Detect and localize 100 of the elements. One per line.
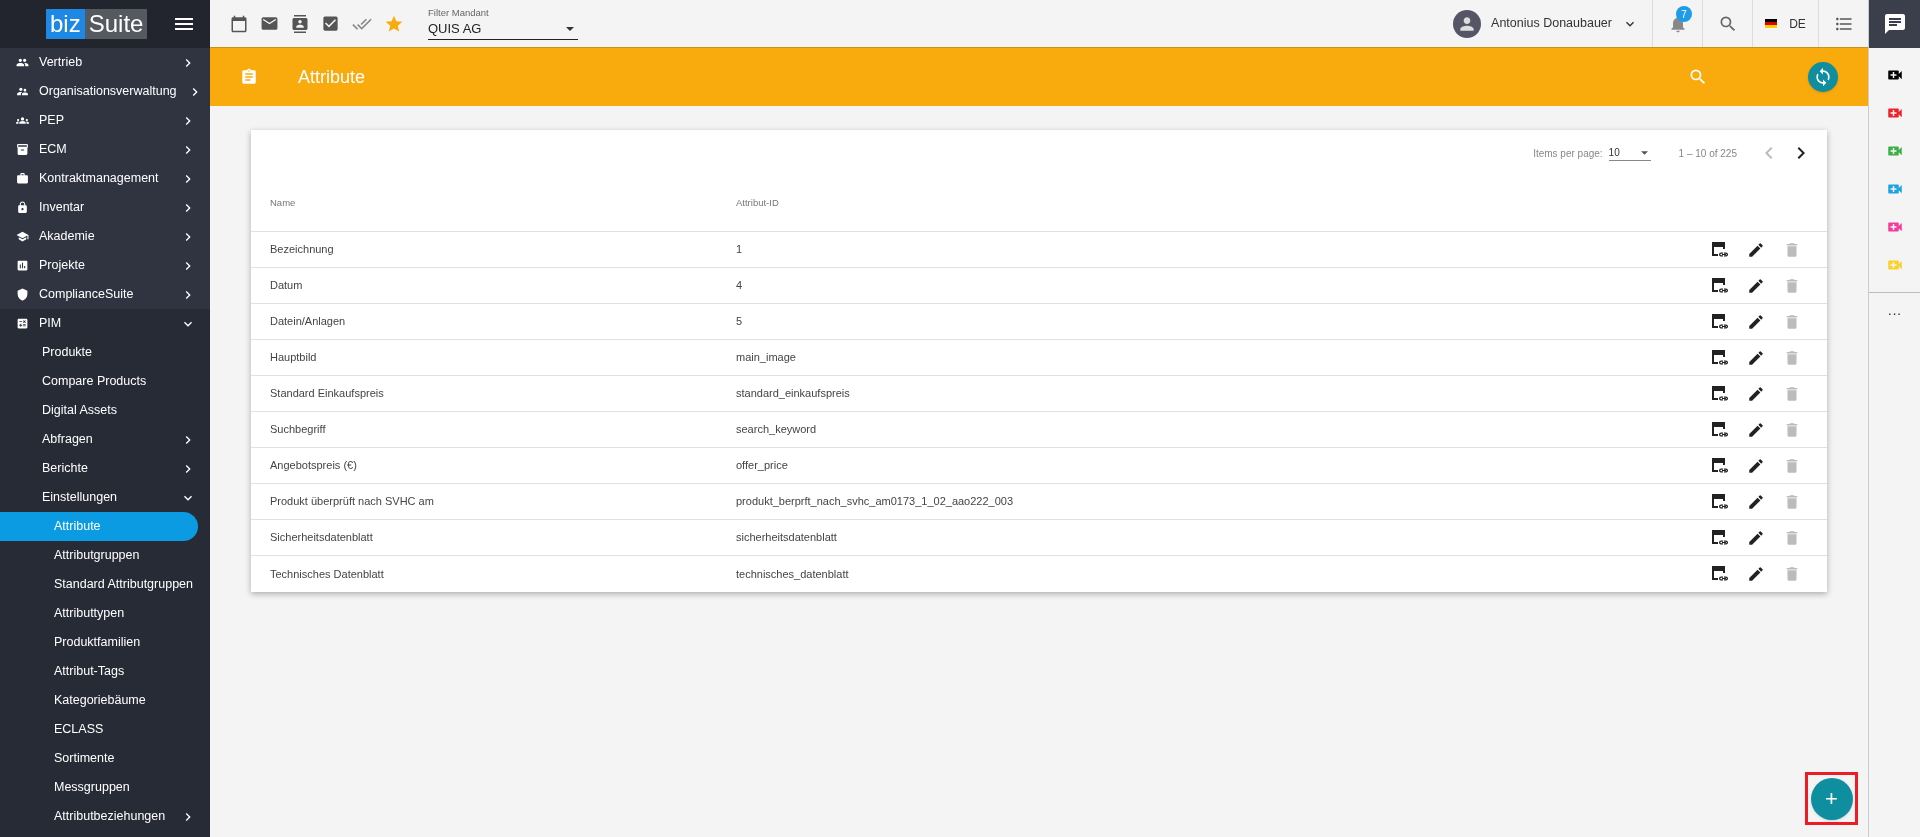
box-icon: [16, 143, 29, 156]
shield-icon: [16, 288, 29, 301]
refresh-icon: [1813, 67, 1833, 87]
edit-icon[interactable]: [1747, 240, 1765, 259]
table-link-icon[interactable]: [1711, 456, 1729, 475]
logo: biz Suite: [46, 9, 148, 39]
sidebar-item[interactable]: Compare Products: [0, 367, 210, 396]
table-cell-text: Datein/Anlagen: [269, 314, 347, 330]
contact-card-icon[interactable]: [291, 14, 309, 33]
column-header: Name: [269, 196, 297, 211]
more-button[interactable]: ···: [1887, 303, 1902, 324]
table-cell-text: main_image: [736, 350, 797, 366]
sidebar-item[interactable]: Akademie: [0, 222, 210, 251]
add-button[interactable]: +: [1810, 777, 1853, 820]
sidebar-item[interactable]: ECM: [0, 135, 210, 164]
sidebar-item[interactable]: Produktfamilien: [0, 628, 210, 657]
dropdown-caret-icon: [566, 26, 574, 31]
edit-icon[interactable]: [1747, 312, 1765, 331]
edit-icon[interactable]: [1747, 456, 1765, 475]
chart-icon: [16, 259, 29, 272]
group-icon: [16, 114, 29, 127]
table-link-icon[interactable]: [1711, 420, 1729, 439]
table-cell-text: Sicherheitsdatenblatt: [269, 530, 374, 546]
chat-icon[interactable]: [1882, 12, 1907, 36]
table-cell-text: 4: [736, 278, 744, 294]
sidebar-item[interactable]: Inventar: [0, 193, 210, 222]
notification-badge: 7: [1676, 6, 1692, 22]
sidebar-item[interactable]: Abfragen: [0, 425, 210, 454]
person-icon: [16, 85, 29, 98]
table-cell-text: technisches_datenblatt: [736, 566, 850, 582]
table-link-icon[interactable]: [1711, 240, 1729, 259]
calendar-icon[interactable]: [230, 14, 248, 33]
field-label: Filter Mandant: [428, 7, 490, 18]
sidebar-item[interactable]: Kontraktmanagement: [0, 164, 210, 193]
table-link-icon[interactable]: [1711, 565, 1729, 583]
calculator-icon: [16, 317, 29, 330]
table-cell-text: Hauptbild: [269, 350, 318, 366]
items-per-page-label: Items per page:: [1533, 146, 1603, 161]
edit-icon[interactable]: [1747, 420, 1765, 439]
table-link-icon[interactable]: [1711, 276, 1729, 295]
sidebar-item[interactable]: Projekte: [0, 251, 210, 280]
table-cell-text: standard_einkaufspreis: [736, 386, 851, 402]
sidebar-item[interactable]: ECLASS: [0, 715, 210, 744]
sidebar-item[interactable]: Standard Attributgruppen: [0, 570, 210, 599]
table-link-icon[interactable]: [1711, 384, 1729, 403]
sidebar-item[interactable]: Vertrieb: [0, 48, 210, 77]
sidebar-item[interactable]: PEP: [0, 106, 210, 135]
column-header: Attribut-ID: [736, 196, 779, 211]
edit-icon[interactable]: [1747, 276, 1765, 295]
language-selector[interactable]: DE: [1752, 0, 1818, 47]
sidebar-item[interactable]: Produkte: [0, 338, 210, 367]
edit-icon[interactable]: [1747, 528, 1765, 547]
briefcase-icon: [16, 172, 29, 185]
sidebar-item[interactable]: Berichte: [0, 454, 210, 483]
sidebar-item[interactable]: Attributtypen: [0, 599, 210, 628]
table-cell-text: 1: [736, 242, 744, 258]
table-cell-text: Datum: [269, 278, 304, 294]
table-link-icon[interactable]: [1711, 348, 1729, 367]
mail-icon[interactable]: [260, 14, 279, 33]
checkbox-icon[interactable]: [321, 14, 340, 33]
edit-icon[interactable]: [1747, 348, 1765, 367]
refresh-button[interactable]: [1808, 62, 1838, 92]
table-cell-text: Angebotspreis (€): [269, 458, 358, 474]
sidebar-item[interactable]: Sortimente: [0, 744, 210, 773]
table-cell-text: Produkt überprüft nach SVHC am: [269, 494, 435, 510]
clipboard-icon: [240, 68, 258, 86]
items-per-page-select[interactable]: 10: [1608, 145, 1651, 161]
table-cell-text: Bezeichnung: [269, 242, 335, 258]
sidebar-item[interactable]: Attribut-Tags: [0, 657, 210, 686]
table-cell-text: sicherheitsdatenblatt: [736, 530, 838, 546]
user-menu[interactable]: Antonius Donaubauer: [1453, 0, 1652, 47]
filter-dropdown[interactable]: QUIS AG: [428, 18, 578, 40]
flag-icon: [1765, 19, 1778, 28]
table-cell-text: Suchbegriff: [269, 422, 327, 438]
dropdown-caret-icon: [1640, 150, 1648, 155]
lock-icon: [16, 201, 29, 214]
table-link-icon[interactable]: [1711, 528, 1729, 547]
table-cell-text: search_keyword: [736, 422, 818, 438]
sidebar-item[interactable]: Einstellungen: [0, 483, 210, 512]
edit-icon[interactable]: [1747, 492, 1765, 511]
people-icon: [16, 56, 29, 69]
avatar: [1453, 9, 1482, 38]
table-cell-text: 5: [736, 314, 744, 330]
table-cell-text: Technisches Datenblatt: [269, 566, 385, 582]
sidebar-item[interactable]: Organisationsverwaltung: [0, 77, 210, 106]
page-title: Attribute: [298, 65, 366, 89]
sidebar-item[interactable]: Attributgruppen: [0, 541, 210, 570]
sidebar-item[interactable]: Kategoriebäume: [0, 686, 210, 715]
sidebar-item[interactable]: Messgruppen: [0, 773, 210, 802]
page-range: 1 – 10 of 225: [1678, 146, 1737, 161]
sidebar-item[interactable]: Digital Assets: [0, 396, 210, 425]
graduation-cap-icon: [16, 230, 29, 243]
sidebar-item[interactable]: ComplianceSuite: [0, 280, 210, 309]
sidebar-item[interactable]: Attributbeziehungen: [0, 802, 210, 831]
table-cell-text: offer_price: [736, 458, 789, 474]
edit-icon[interactable]: [1747, 384, 1765, 403]
table-link-icon[interactable]: [1711, 492, 1729, 511]
table-cell-text: produkt_berprft_nach_svhc_am0173_1_02_aao222_003: [736, 494, 1015, 510]
table-link-icon[interactable]: [1711, 312, 1729, 331]
edit-icon[interactable]: [1747, 565, 1765, 583]
